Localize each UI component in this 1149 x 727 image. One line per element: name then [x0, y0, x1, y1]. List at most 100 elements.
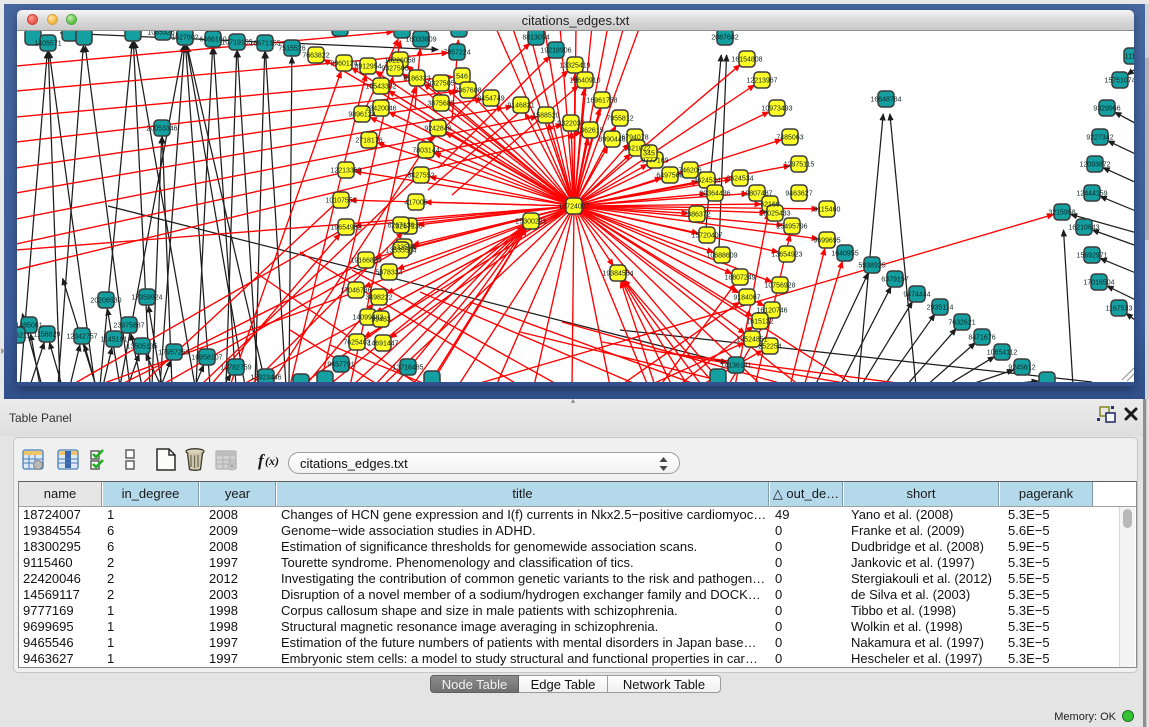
svg-text:12444159: 12444159 — [1076, 191, 1107, 198]
svg-text:12213363: 12213363 — [330, 168, 361, 175]
svg-text:13505135: 13505135 — [126, 344, 157, 351]
svg-text:16543382: 16543382 — [365, 84, 396, 91]
svg-text:16154808: 16154808 — [731, 57, 762, 64]
svg-text:16033809: 16033809 — [405, 37, 436, 44]
svg-text:9184067: 9184067 — [733, 295, 760, 302]
svg-text:7485063: 7485063 — [776, 135, 803, 142]
svg-text:1167533: 1167533 — [1106, 306, 1133, 313]
svg-text:9463627: 9463627 — [785, 191, 812, 198]
svg-text:15692971: 15692971 — [1076, 253, 1107, 260]
svg-text:17016504: 17016504 — [1083, 280, 1114, 287]
svg-text:1485081: 1485081 — [17, 323, 43, 330]
svg-text:546: 546 — [456, 74, 468, 81]
svg-text:252254: 252254 — [758, 344, 781, 351]
svg-text:3624534: 3624534 — [726, 176, 753, 183]
svg-text:18807249: 18807249 — [724, 275, 755, 282]
svg-text:7632621: 7632621 — [948, 320, 975, 327]
svg-text:19384554: 19384554 — [602, 271, 633, 278]
svg-text:10719155: 10719155 — [221, 40, 252, 47]
svg-text:9245612: 9245612 — [1008, 365, 1035, 372]
svg-text:3498222: 3498222 — [365, 295, 392, 302]
svg-text:17359924: 17359924 — [131, 295, 162, 302]
svg-text:23420046: 23420046 — [365, 106, 396, 113]
svg-text:10782759: 10782759 — [220, 365, 251, 372]
svg-text:2367608: 2367608 — [454, 88, 481, 95]
svg-text:3624534: 3624534 — [693, 178, 720, 185]
svg-text:2087682: 2087682 — [711, 35, 738, 42]
svg-text:9115460: 9115460 — [814, 207, 841, 214]
svg-text:12093872: 12093872 — [1079, 162, 1110, 169]
svg-text:13654923: 13654923 — [771, 252, 802, 259]
svg-text:10807487: 10807487 — [741, 191, 772, 198]
svg-text:10688609: 10688609 — [706, 253, 737, 260]
svg-text:7857224: 7857224 — [443, 50, 470, 57]
svg-text:15751074: 15751074 — [1104, 78, 1134, 85]
svg-text:1112: 1112 — [1125, 54, 1134, 61]
svg-text:12923446: 12923446 — [250, 375, 281, 382]
svg-text:6794078: 6794078 — [621, 135, 648, 142]
svg-text:9327505: 9327505 — [381, 66, 408, 73]
svg-text:99483: 99483 — [371, 317, 391, 324]
svg-text:13535594: 13535594 — [385, 248, 416, 255]
svg-text:8267130: 8267130 — [387, 223, 414, 230]
svg-text:17046786: 17046786 — [340, 288, 371, 295]
svg-text:8471676: 8471676 — [968, 335, 995, 342]
svg-text:7803144: 7803144 — [412, 148, 439, 155]
svg-text:6379197: 6379197 — [881, 277, 908, 284]
svg-text:(x): (x) — [265, 454, 279, 468]
svg-text:12342757: 12342757 — [66, 334, 97, 341]
svg-text:10958107: 10958107 — [191, 355, 222, 362]
svg-text:18724007: 18724007 — [558, 204, 589, 211]
svg-text:13524851: 13524851 — [736, 337, 767, 344]
svg-text:3915211: 3915211 — [17, 333, 30, 340]
svg-text:16961758: 16961758 — [586, 98, 617, 105]
svg-text:15720407: 15720407 — [691, 233, 722, 240]
svg-text:8813054: 8813054 — [522, 35, 549, 42]
svg-text:16671355: 16671355 — [249, 41, 280, 48]
svg-text:14136141: 14136141 — [720, 363, 751, 370]
svg-text:6497568: 6497568 — [656, 173, 683, 180]
svg-text:8912954: 8912954 — [354, 64, 381, 71]
svg-text:9699695: 9699695 — [813, 238, 840, 245]
svg-text:15495796: 15495796 — [776, 224, 807, 231]
svg-text:1615132: 1615132 — [746, 319, 773, 326]
svg-text:2935114: 2935114 — [927, 305, 954, 312]
svg-text:19218906: 19218906 — [540, 48, 571, 55]
svg-text:15226058: 15226058 — [384, 58, 415, 65]
svg-text:8454749: 8454749 — [477, 96, 504, 103]
svg-text:20053346: 20053346 — [146, 126, 177, 133]
svg-text:10973493: 10973493 — [761, 106, 792, 113]
svg-text:5938925: 5938925 — [858, 263, 885, 270]
svg-text:12975115: 12975115 — [784, 162, 815, 169]
svg-text:19654982: 19654982 — [330, 225, 361, 232]
svg-text:10654112: 10654112 — [987, 350, 1018, 357]
svg-text:10107553: 10107553 — [325, 198, 356, 205]
svg-text:10756928: 10756928 — [764, 283, 795, 290]
svg-text:7515526: 7515526 — [278, 46, 305, 53]
svg-text:9896124: 9896124 — [348, 112, 375, 119]
svg-text:13325419: 13325419 — [559, 63, 590, 70]
svg-text:9327505: 9327505 — [427, 81, 454, 88]
svg-text:7663822: 7663822 — [302, 53, 329, 60]
svg-text:1405571: 1405571 — [34, 41, 61, 48]
svg-text:7386372: 7386372 — [683, 212, 710, 219]
svg-text:7955812: 7955812 — [606, 116, 633, 123]
svg-text:13716485: 13716485 — [392, 365, 423, 372]
svg-text:14691447: 14691447 — [367, 341, 398, 348]
svg-text:10025433: 10025433 — [759, 211, 790, 218]
svg-text:19166825: 19166825 — [350, 258, 381, 265]
svg-text:23975887: 23975887 — [113, 323, 144, 330]
svg-text:18640910: 18640910 — [569, 78, 600, 85]
svg-text:1640955: 1640955 — [831, 251, 858, 258]
svg-text:8427552: 8427552 — [407, 173, 434, 180]
svg-text:1588520: 1588520 — [532, 113, 559, 120]
svg-text:9227342: 9227342 — [1086, 135, 1113, 142]
svg-text:2718176: 2718176 — [355, 138, 382, 145]
svg-text:62160: 62160 — [760, 202, 780, 209]
svg-text:9457791: 9457791 — [327, 362, 354, 369]
svg-text:1156829: 1156829 — [34, 332, 61, 339]
svg-text:1527602: 1527602 — [171, 35, 198, 42]
svg-text:20206530: 20206530 — [90, 298, 121, 305]
svg-text:9322037: 9322037 — [557, 121, 584, 128]
svg-text:9474444: 9474444 — [903, 292, 930, 299]
